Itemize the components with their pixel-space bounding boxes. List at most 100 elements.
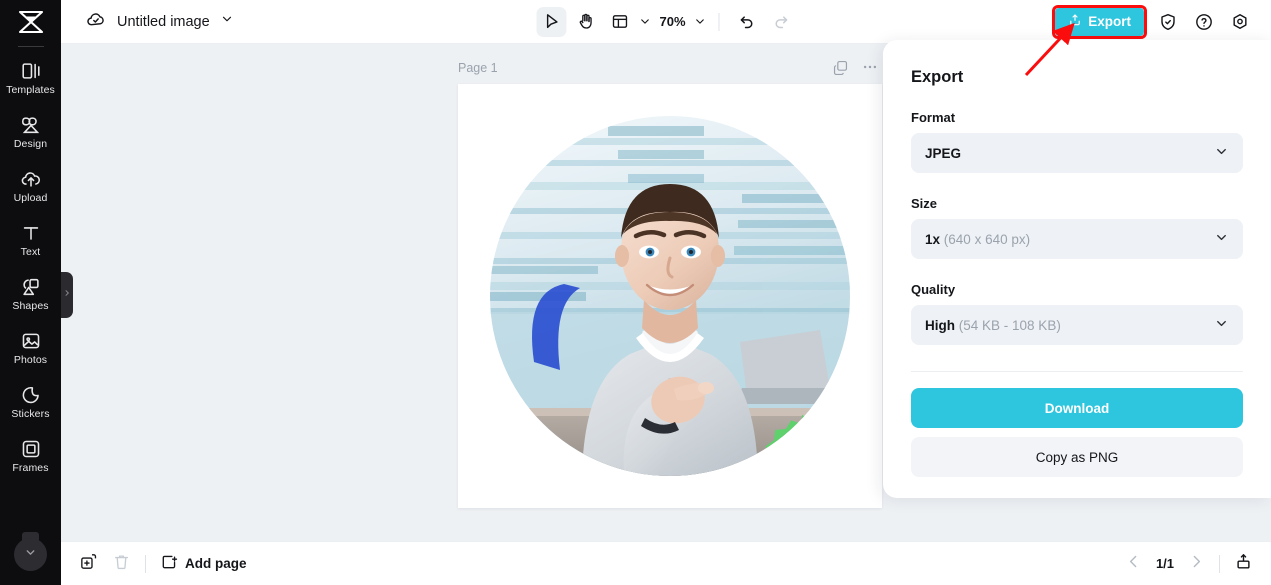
green-verified-check-badge [765,414,842,476]
bottom-left-actions: Add page [79,552,247,576]
zoom-caret-icon[interactable] [694,15,707,28]
format-select[interactable]: JPEG [911,133,1243,173]
zoom-level-value[interactable]: 70% [655,14,689,29]
size-select[interactable]: 1x (640 x 640 px) [911,219,1243,259]
artwork-photo[interactable] [490,116,850,476]
format-select-value: JPEG [925,146,1214,161]
sidebar-item-label: Templates [6,84,55,97]
sidebar-item-photos[interactable]: Photos [0,321,61,375]
layout-caret-icon[interactable] [638,15,651,28]
sidebar-item-upload[interactable]: Upload [0,159,61,213]
size-value-detail: (640 x 640 px) [943,231,1031,247]
bottom-right-separator [1219,554,1220,573]
security-button[interactable] [1153,7,1183,37]
page-actions-group [832,58,879,81]
chevron-down-icon [1214,144,1229,162]
bottom-toolbar: Add page 1/1 [61,541,1271,585]
quality-value-main: High [925,317,955,333]
duplicate-page-icon[interactable] [79,552,98,576]
hand-icon [579,13,592,29]
quality-value-detail: (54 KB - 108 KB) [958,317,1061,333]
sidebar-item-label: Design [13,138,48,151]
chevron-down-icon [1214,316,1229,334]
capcut-logo-icon [18,10,43,34]
bottom-separator [145,554,146,573]
design-icon [20,114,42,136]
chevron-right-icon [63,286,71,304]
sidebar-item-label: Upload [13,192,48,205]
shapes-icon [20,276,42,298]
stickers-icon [20,384,42,406]
sidebar-item-label: Photos [13,354,48,367]
add-page-button[interactable]: Add page [160,553,247,574]
sidebar-item-text[interactable]: Text [0,213,61,267]
redo-icon [775,16,787,29]
add-square-icon [160,553,178,574]
panel-divider [911,371,1243,372]
page-canvas-sheet[interactable] [458,84,882,508]
copy-as-png-button[interactable]: Copy as PNG [911,437,1243,477]
export-panel: Export Format JPEG Size 1x (640 x 640 px… [883,40,1271,498]
hand-tool-button[interactable] [570,7,600,37]
download-button[interactable]: Download [911,388,1243,428]
format-value-main: JPEG [925,145,962,161]
page-count-indicator: 1/1 [1155,556,1175,571]
sidebar-item-templates[interactable]: Templates [0,51,61,105]
chevron-down-icon [1214,230,1229,248]
chevron-down-icon [24,546,37,564]
export-tray-icon[interactable] [1234,552,1253,576]
size-select-value: 1x (640 x 640 px) [925,232,1214,247]
more-horizontal-icon[interactable] [861,58,879,81]
sidebar-item-design[interactable]: Design [0,105,61,159]
export-button-label: Export [1088,14,1131,29]
frames-icon [20,438,42,460]
settings-gear-icon [1233,13,1247,29]
export-button[interactable]: Export [1055,7,1144,36]
layout-icon [612,15,627,28]
templates-icon [20,60,42,82]
settings-button[interactable] [1225,7,1255,37]
select-tool-button[interactable] [536,6,567,37]
format-field-label: Format [911,110,956,125]
size-value-main: 1x [925,231,941,247]
photos-icon [20,330,42,352]
capcut-editor-window: Templates Design Upload Text Shapes Phot… [0,0,1271,585]
help-button[interactable] [1189,7,1219,37]
cursor-arrow-icon [546,14,558,29]
layout-tool-button[interactable] [604,7,634,37]
page-label: Page 1 [458,61,498,75]
quality-field-label: Quality [911,282,956,297]
shield-check-icon [1161,13,1175,30]
redo-button[interactable] [766,7,796,37]
sidebar-item-shapes[interactable]: Shapes [0,267,61,321]
sidebar-item-label: Text [20,246,41,259]
quality-select-value: High (54 KB - 108 KB) [925,318,1214,333]
upload-cloud-icon [20,168,42,190]
document-title[interactable]: Untitled image [117,14,210,30]
brand-logo[interactable] [0,0,61,44]
left-sidebar: Templates Design Upload Text Shapes Phot… [0,0,61,585]
cloud-saved-icon[interactable] [85,8,107,35]
next-page-button[interactable] [1188,553,1205,575]
undo-icon [740,16,753,29]
sidebar-item-stickers[interactable]: Stickers [0,375,61,429]
trash-icon[interactable] [112,552,131,576]
add-page-label: Add page [185,556,247,571]
duplicate-icon[interactable] [832,59,849,81]
help-question-icon [1196,13,1212,30]
toolbar-separator [718,12,720,31]
sidebar-more-button[interactable] [14,538,47,571]
document-menu-caret-icon[interactable] [220,12,234,31]
size-field-label: Size [911,196,938,211]
prev-page-button[interactable] [1125,553,1142,575]
sidebar-divider [17,46,44,47]
sidebar-item-frames[interactable]: Frames [0,429,61,483]
undo-button[interactable] [732,7,762,37]
panel-collapse-handle[interactable] [61,272,73,318]
quality-select[interactable]: High (54 KB - 108 KB) [911,305,1243,345]
page-navigation: 1/1 [1125,552,1253,576]
document-title-group: Untitled image [85,8,234,35]
sidebar-item-label: Stickers [11,408,50,421]
sidebar-item-label: Frames [12,462,49,475]
sidebar-item-label: Shapes [12,300,49,313]
